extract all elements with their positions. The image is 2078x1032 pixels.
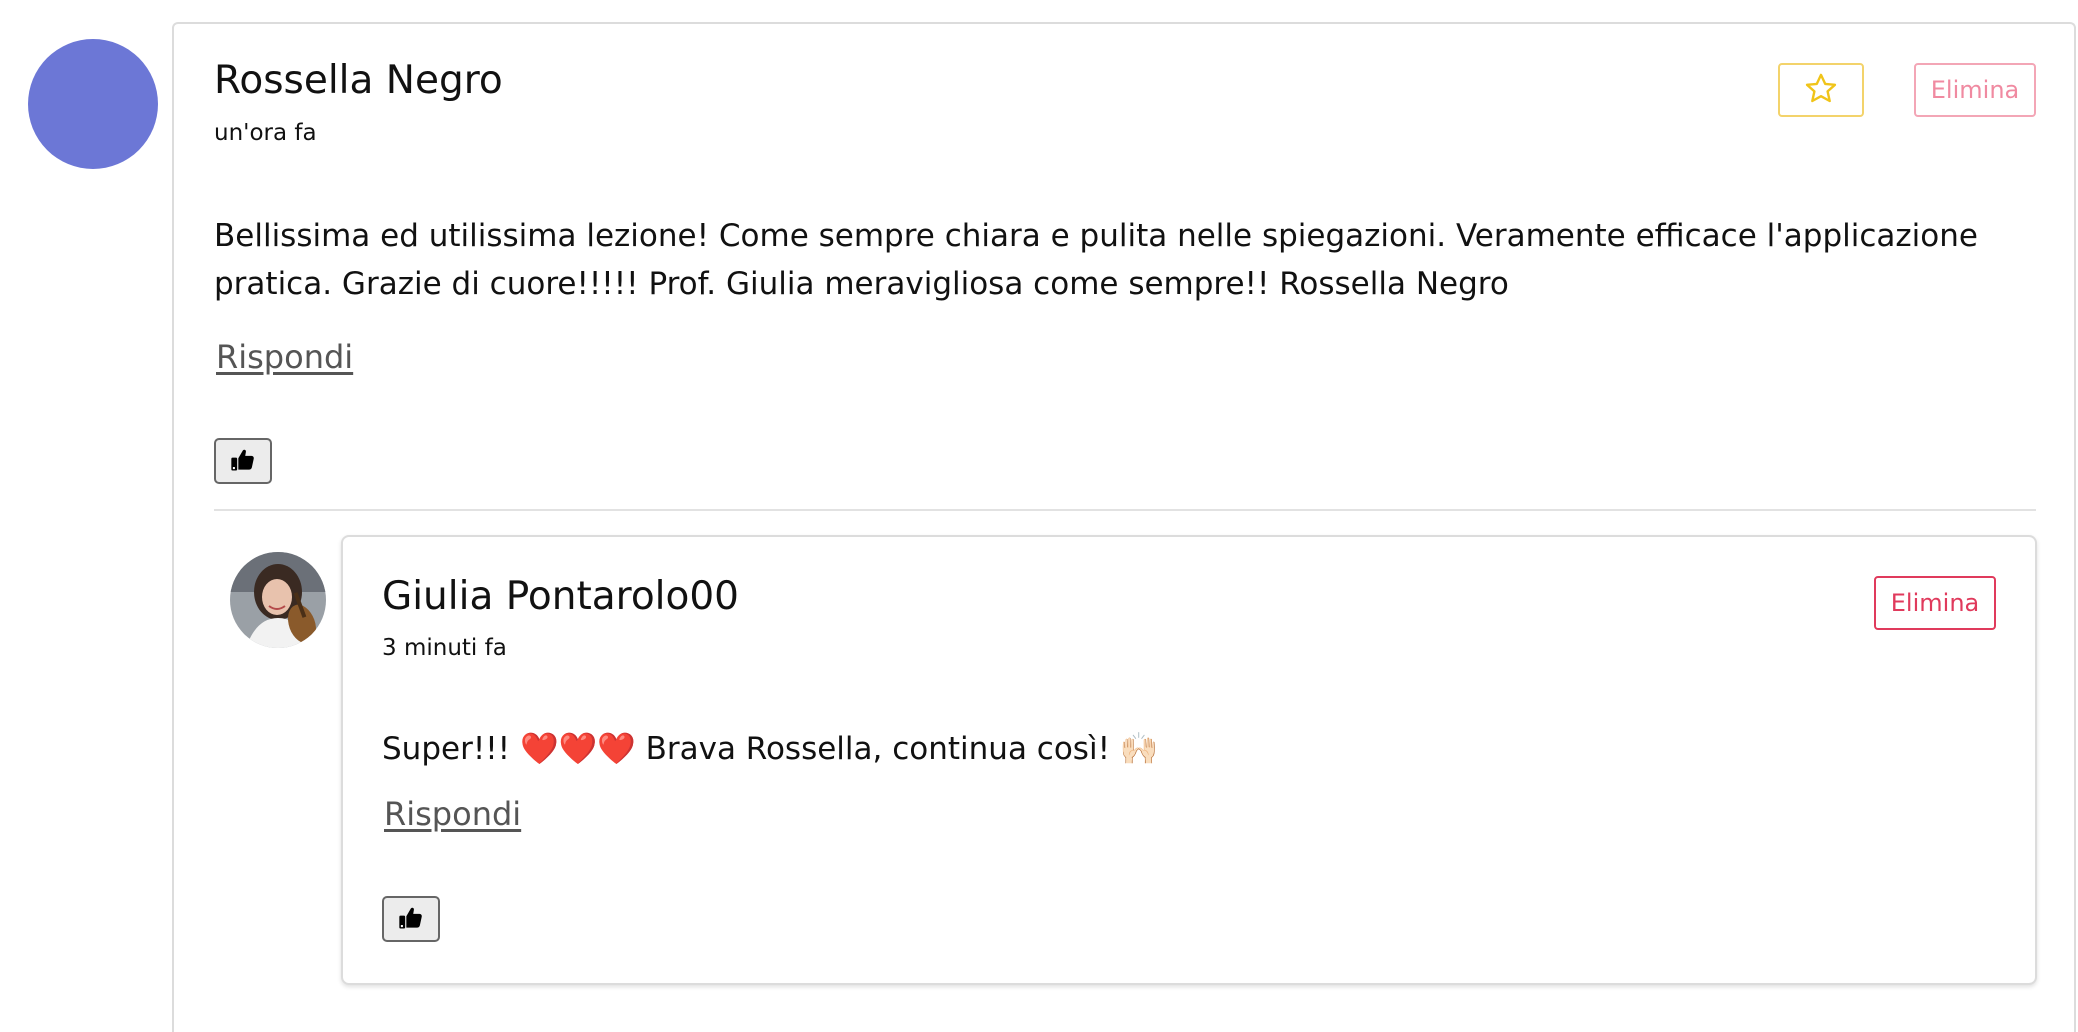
- comment-text: Bellissima ed utilissima lezione! Come s…: [214, 218, 1978, 302]
- divider: [214, 509, 2036, 511]
- reply-reply-link[interactable]: Rispondi: [384, 795, 521, 833]
- thumbs-up-icon: [229, 446, 257, 477]
- reply-like-button[interactable]: [382, 896, 440, 942]
- comment-author: Rossella Negro: [214, 58, 503, 103]
- thumbs-up-icon: [397, 904, 425, 935]
- star-icon: [1803, 71, 1839, 110]
- favorite-button[interactable]: [1778, 63, 1864, 117]
- delete-comment-button[interactable]: Elimina: [1914, 63, 2036, 117]
- comment-timestamp: un'ora fa: [214, 120, 317, 146]
- reply-avatar: [230, 552, 326, 648]
- reply-timestamp: 3 minuti fa: [382, 635, 507, 661]
- reply-author: Giulia Pontarolo00: [382, 574, 739, 619]
- avatar: [28, 39, 158, 169]
- delete-reply-button[interactable]: Elimina: [1874, 576, 1996, 630]
- like-button[interactable]: [214, 438, 272, 484]
- reply-link[interactable]: Rispondi: [216, 338, 353, 376]
- reply-text: Super!!! ❤️❤️❤️ Brava Rossella, continua…: [382, 731, 1159, 767]
